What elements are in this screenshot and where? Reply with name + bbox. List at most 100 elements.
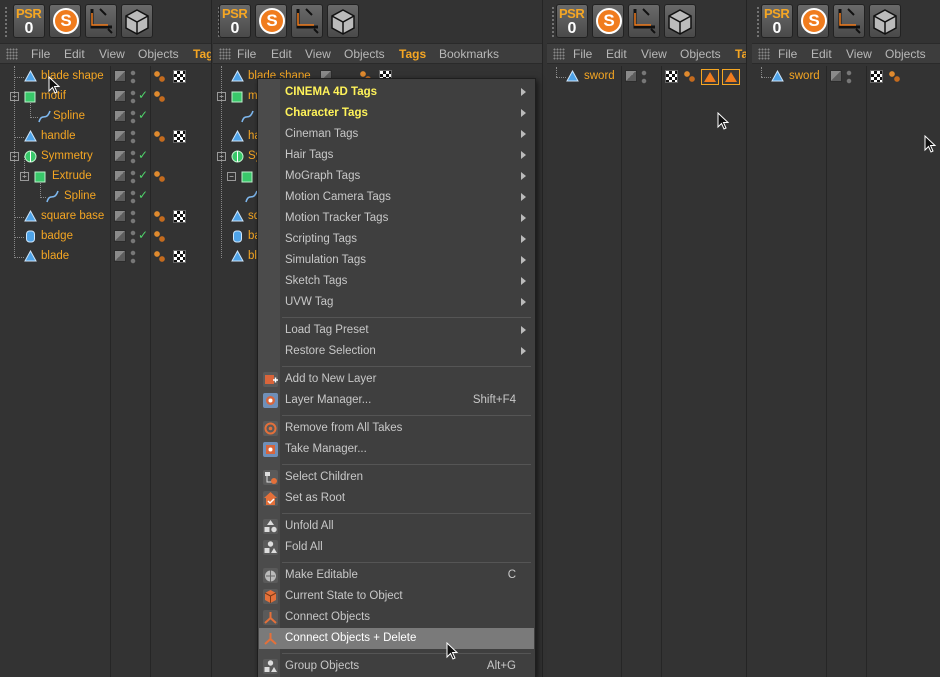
fold-toggle[interactable]: − (217, 152, 226, 161)
tree-row[interactable]: blade shape (0, 67, 211, 87)
menu-item-connect-objects[interactable]: Connect Objects (259, 607, 534, 628)
menu-item-add-to-new-layer[interactable]: Add to New Layer (259, 369, 534, 390)
enabled-check-icon[interactable]: ✓ (138, 228, 148, 242)
snap-button[interactable]: S (797, 4, 829, 38)
visibility-toggle[interactable] (114, 190, 126, 202)
menu-item-hair-tags[interactable]: Hair Tags (259, 145, 534, 166)
menu-edit[interactable]: Edit (811, 47, 832, 61)
axis-button[interactable] (628, 4, 660, 38)
menu-edit[interactable]: Edit (271, 47, 292, 61)
menu-item-sketch-tags[interactable]: Sketch Tags (259, 271, 534, 292)
menu-tags[interactable]: Tags (399, 47, 426, 61)
workplane-button[interactable] (664, 4, 696, 38)
menu-view[interactable]: View (846, 47, 872, 61)
object-name[interactable]: sword (789, 70, 820, 82)
material-tag-icon[interactable] (153, 170, 166, 183)
menu-objects[interactable]: Objects (885, 47, 926, 61)
visibility-toggle[interactable] (625, 70, 637, 82)
menu-item-motion-camera-tags[interactable]: Motion Camera Tags (259, 187, 534, 208)
visibility-toggle[interactable] (114, 250, 126, 262)
tree-row[interactable]: − motif ✓ (0, 87, 211, 107)
menu-view[interactable]: View (99, 47, 125, 61)
tree-row[interactable]: Spline ✓ (0, 187, 211, 207)
visibility-toggle[interactable] (114, 170, 126, 182)
menu-file[interactable]: File (237, 47, 256, 61)
texture-tag-icon[interactable] (173, 70, 186, 83)
fold-toggle[interactable]: − (10, 92, 19, 101)
menu-item-fold-all[interactable]: Fold All (259, 537, 534, 558)
tree-row[interactable]: square base (0, 207, 211, 227)
tree-row[interactable]: − Extrude ✓ (0, 167, 211, 187)
enabled-check-icon[interactable]: ✓ (138, 188, 148, 202)
menu-item-motion-tracker-tags[interactable]: Motion Tracker Tags (259, 208, 534, 229)
menu-grip[interactable] (553, 48, 565, 60)
render-dots[interactable] (130, 169, 136, 185)
menu-item-unfold-all[interactable]: Unfold All (259, 516, 534, 537)
menu-item-group-objects[interactable]: Group Objects Alt+G (259, 656, 534, 677)
texture-tag-icon[interactable] (173, 210, 186, 223)
material-tag-icon[interactable] (153, 250, 166, 263)
tree-row[interactable]: handle (0, 127, 211, 147)
fold-toggle[interactable]: − (20, 172, 29, 181)
menu-objects[interactable]: Objects (138, 47, 179, 61)
menu-item-connect-objects-delete[interactable]: Connect Objects + Delete (259, 628, 534, 649)
menu-item-load-tag-preset[interactable]: Load Tag Preset (259, 320, 534, 341)
render-dots[interactable] (130, 229, 136, 245)
texture-tag-icon[interactable] (173, 130, 186, 143)
texture-tag-icon[interactable] (870, 70, 883, 83)
menu-item-set-as-root[interactable]: Set as Root (259, 488, 534, 509)
texture-tag-icon[interactable] (665, 70, 678, 83)
menu-item-make-editable[interactable]: Make Editable C (259, 565, 534, 586)
menu-grip[interactable] (219, 48, 231, 60)
material-tag-icon[interactable] (888, 70, 901, 83)
object-name[interactable]: blade (41, 250, 69, 262)
menu-item-take-manager[interactable]: Take Manager... (259, 439, 534, 460)
object-name[interactable]: square base (41, 210, 104, 222)
menu-grip[interactable] (758, 48, 770, 60)
workplane-button[interactable] (869, 4, 901, 38)
material-tag-icon[interactable] (683, 70, 696, 83)
axis-button[interactable] (833, 4, 865, 38)
toolbar-grip[interactable] (4, 6, 8, 38)
enabled-check-icon[interactable]: ✓ (138, 168, 148, 182)
enabled-check-icon[interactable]: ✓ (138, 88, 148, 102)
object-name[interactable]: Extrude (52, 170, 92, 182)
render-dots[interactable] (846, 69, 852, 85)
menu-bookmarks[interactable]: Bookmarks (439, 47, 499, 61)
psr-button[interactable]: PSR 0 (13, 4, 45, 38)
object-name[interactable]: sword (584, 70, 615, 82)
object-name[interactable]: badge (41, 230, 73, 242)
fold-toggle[interactable]: − (10, 152, 19, 161)
render-dots[interactable] (130, 209, 136, 225)
menu-file[interactable]: File (573, 47, 592, 61)
menu-item-simulation-tags[interactable]: Simulation Tags (259, 250, 534, 271)
psr-button[interactable]: PSR 0 (556, 4, 588, 38)
tree-row[interactable]: − Symmetry ✓ (0, 147, 211, 167)
menu-item-current-state-to-object[interactable]: Current State to Object (259, 586, 534, 607)
tree-row[interactable]: sword (547, 67, 746, 87)
menu-item-uvw-tag[interactable]: UVW Tag (259, 292, 534, 313)
menu-edit[interactable]: Edit (606, 47, 627, 61)
object-name[interactable]: Spline (53, 110, 85, 122)
menu-grip[interactable] (6, 48, 18, 60)
render-dots[interactable] (130, 129, 136, 145)
menu-item-character-tags[interactable]: Character Tags (259, 103, 534, 124)
menu-file[interactable]: File (31, 47, 50, 61)
axis-button[interactable] (291, 4, 323, 38)
object-name[interactable]: bl (248, 250, 257, 262)
tree-row[interactable]: badge ✓ (0, 227, 211, 247)
menu-tags[interactable]: Ta (735, 47, 746, 61)
enabled-check-icon[interactable]: ✓ (138, 108, 148, 122)
material-tag-icon[interactable] (153, 230, 166, 243)
menu-item-cineman-tags[interactable]: Cineman Tags (259, 124, 534, 145)
snap-button[interactable]: S (255, 4, 287, 38)
render-dots[interactable] (130, 89, 136, 105)
render-dots[interactable] (130, 149, 136, 165)
visibility-toggle[interactable] (114, 130, 126, 142)
visibility-toggle[interactable] (114, 70, 126, 82)
visibility-toggle[interactable] (114, 230, 126, 242)
menu-item-restore-selection[interactable]: Restore Selection (259, 341, 534, 362)
visibility-toggle[interactable] (114, 150, 126, 162)
snap-button[interactable]: S (592, 4, 624, 38)
psr-button[interactable]: PSR 0 (761, 4, 793, 38)
